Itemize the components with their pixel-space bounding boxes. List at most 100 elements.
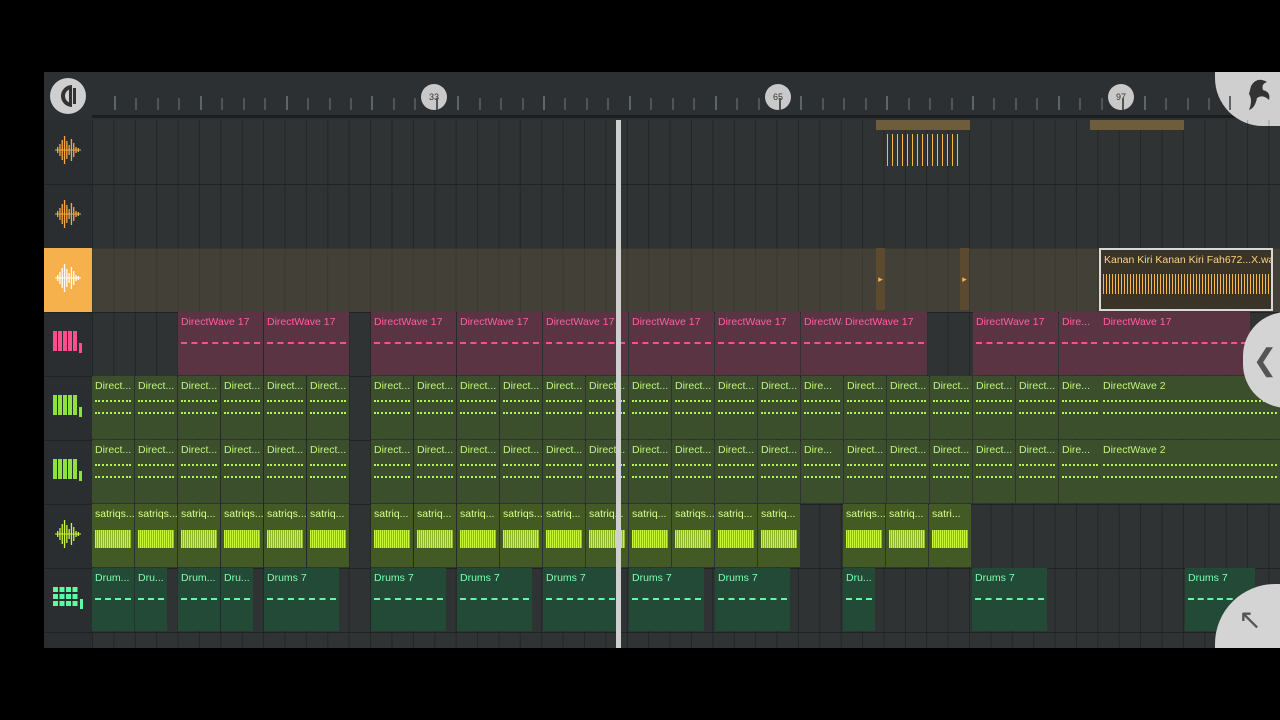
directwave-clip[interactable]: Direct...	[887, 440, 929, 503]
lane-instrument-1[interactable]: DirectWave 17 DirectWave 17 DirectWave 17 D…	[92, 312, 1280, 377]
directwave-clip[interactable]: Direct...	[844, 440, 886, 503]
lane-audio-1[interactable]	[92, 120, 1280, 185]
satriqs-clip[interactable]: satriq...	[371, 504, 413, 567]
directwave17-clip[interactable]: DirectWave 17	[1100, 312, 1250, 375]
satriqs-clip[interactable]: satriqs...	[221, 504, 263, 567]
directwave-clip[interactable]: Direct...	[178, 440, 220, 503]
directwave-clip[interactable]: Direct...	[457, 440, 499, 503]
directwave-clip[interactable]: Direct...	[543, 376, 585, 439]
bar-marker-97[interactable]: 97	[1108, 84, 1134, 110]
audio-clip[interactable]: Kanan Kiri Kanan Kiri Fah672...X.wav	[1099, 248, 1273, 311]
directwave-clip[interactable]: DirectWave 2	[1100, 440, 1280, 503]
satriqs-clip[interactable]: satriq...	[543, 504, 585, 567]
drums7-clip[interactable]: Drums 7	[715, 568, 790, 631]
drums7-clip[interactable]: Drums 7	[457, 568, 532, 631]
satriqs-clip[interactable]: satriqs...	[92, 504, 134, 567]
lane-audio-4[interactable]: satriqs... satriqs... satriq... satriqs... s…	[92, 504, 1280, 569]
satriqs-clip[interactable]: satriq...	[307, 504, 349, 567]
directwave-clip[interactable]: Direct...	[221, 440, 263, 503]
directwave17-clip[interactable]: DirectWave 17	[973, 312, 1058, 375]
directwave-clip[interactable]: Direct...	[1016, 376, 1058, 439]
directwave-clip[interactable]: Direct...	[672, 440, 714, 503]
directwave17-clip[interactable]: DirectWave 17	[457, 312, 542, 375]
directwave-clip[interactable]: Direct...	[844, 376, 886, 439]
directwave-clip[interactable]: Direct...	[371, 376, 413, 439]
directwave-clip[interactable]: Direct...	[758, 376, 800, 439]
track-header-instrument-track-2[interactable]	[44, 376, 92, 441]
directwave-clip[interactable]: Direct...	[715, 376, 757, 439]
directwave-clip[interactable]: Direct...	[92, 376, 134, 439]
lane-instrument-3[interactable]: Direct... Direct... Direct... Direct... Dire…	[92, 440, 1280, 505]
track-header-instrument-track-1[interactable]	[44, 312, 92, 377]
lane-audio-2[interactable]	[92, 184, 1280, 249]
bar-marker-33[interactable]: 33	[421, 84, 447, 110]
directwave-clip[interactable]: Direct...	[887, 376, 929, 439]
directwave-clip[interactable]: Direct...	[135, 376, 177, 439]
drums7-clip[interactable]: Dru...	[135, 568, 167, 631]
drums7-clip[interactable]: Drums 7	[629, 568, 704, 631]
directwave-clip[interactable]: Dire...	[801, 376, 843, 439]
directwave-clip[interactable]: Direct...	[414, 440, 456, 503]
directwave-clip[interactable]: Direct...	[543, 440, 585, 503]
directwave17-clip[interactable]: DirectWave 17	[264, 312, 349, 375]
directwave-clip[interactable]: Dire...	[1059, 376, 1101, 439]
lane-instrument-2[interactable]: Direct... Direct... Direct... Direct... Dire…	[92, 376, 1280, 441]
satriqs-clip[interactable]: satriq...	[629, 504, 671, 567]
satriqs-clip[interactable]: satriq...	[178, 504, 220, 567]
directwave-clip[interactable]: Direct...	[973, 376, 1015, 439]
directwave-clip[interactable]: Direct...	[586, 440, 628, 503]
satriqs-clip[interactable]: satriqs...	[843, 504, 885, 567]
audio-marker[interactable]: ▸	[960, 248, 969, 310]
drums7-clip[interactable]: Dru...	[843, 568, 875, 631]
track-header-audio-track-1[interactable]	[44, 120, 92, 185]
directwave-clip[interactable]: Direct...	[500, 376, 542, 439]
satriqs-clip[interactable]: satriq...	[886, 504, 928, 567]
directwave-clip[interactable]: Direct...	[500, 440, 542, 503]
directwave-clip[interactable]: Direct...	[930, 376, 972, 439]
directwave-clip[interactable]: Direct...	[264, 440, 306, 503]
satriqs-clip[interactable]: satriqs...	[135, 504, 177, 567]
satriqs-clip[interactable]: satriqs...	[264, 504, 306, 567]
drums7-clip[interactable]: Drums 7	[264, 568, 339, 631]
directwave-clip[interactable]: Direct...	[586, 376, 628, 439]
directwave-clip[interactable]: Direct...	[629, 440, 671, 503]
satriqs-clip[interactable]: satriq...	[414, 504, 456, 567]
drums7-clip[interactable]: Dru...	[221, 568, 253, 631]
track-header-audio-track-4[interactable]	[44, 504, 92, 569]
directwave-clip[interactable]: Dire...	[1059, 440, 1101, 503]
audio-slices[interactable]	[887, 134, 961, 166]
directwave-clip[interactable]: Direct...	[758, 440, 800, 503]
lane-drums[interactable]: Drum... Dru... Drum... Dru... Drums 7 Drums 7…	[92, 568, 1280, 633]
directwave17-clip[interactable]: DirectWave 17	[178, 312, 263, 375]
directwave-clip[interactable]: Direct...	[371, 440, 413, 503]
directwave-clip[interactable]: Direct...	[715, 440, 757, 503]
satriqs-clip[interactable]: satriqs...	[500, 504, 542, 567]
track-header-audio-track-3[interactable]	[44, 248, 92, 313]
directwave17-clip[interactable]: Dire...	[1059, 312, 1100, 375]
fl-studio-mobile-logo-icon[interactable]	[50, 78, 86, 114]
drums7-clip[interactable]: Drum...	[92, 568, 134, 631]
directwave-clip[interactable]: Direct...	[92, 440, 134, 503]
directwave-clip[interactable]: Direct...	[221, 376, 263, 439]
satriqs-clip[interactable]: satri...	[929, 504, 971, 567]
directwave-clip[interactable]: Direct...	[307, 440, 349, 503]
satriqs-clip[interactable]: satriq...	[715, 504, 757, 567]
directwave17-clip[interactable]: DirectWave 17	[371, 312, 456, 375]
track-header-audio-track-2[interactable]	[44, 184, 92, 249]
track-header-instrument-track-3[interactable]	[44, 440, 92, 505]
timeline-ruler[interactable]: 33 65 97	[44, 72, 1280, 126]
satriqs-clip[interactable]: satriq...	[586, 504, 628, 567]
drums7-clip[interactable]: Drums 7	[972, 568, 1047, 631]
directwave-clip[interactable]: Direct...	[414, 376, 456, 439]
lane-audio-3[interactable]: ▸ ▸ Kanan Kiri Kanan Kiri Fah672...X.wav	[92, 248, 1280, 313]
fl-fruit-menu-icon[interactable]	[1215, 72, 1280, 126]
track-header-drum-track[interactable]	[44, 568, 92, 633]
directwave-clip[interactable]: Direct...	[930, 440, 972, 503]
directwave-clip[interactable]: Direct...	[1016, 440, 1058, 503]
directwave-clip[interactable]: Direct...	[135, 440, 177, 503]
directwave-clip[interactable]: Direct...	[672, 376, 714, 439]
audio-marker[interactable]: ▸	[876, 248, 885, 310]
drums7-clip[interactable]: Drums 7	[543, 568, 618, 631]
satriqs-clip[interactable]: satriqs...	[672, 504, 714, 567]
directwave-clip[interactable]: Direct...	[264, 376, 306, 439]
